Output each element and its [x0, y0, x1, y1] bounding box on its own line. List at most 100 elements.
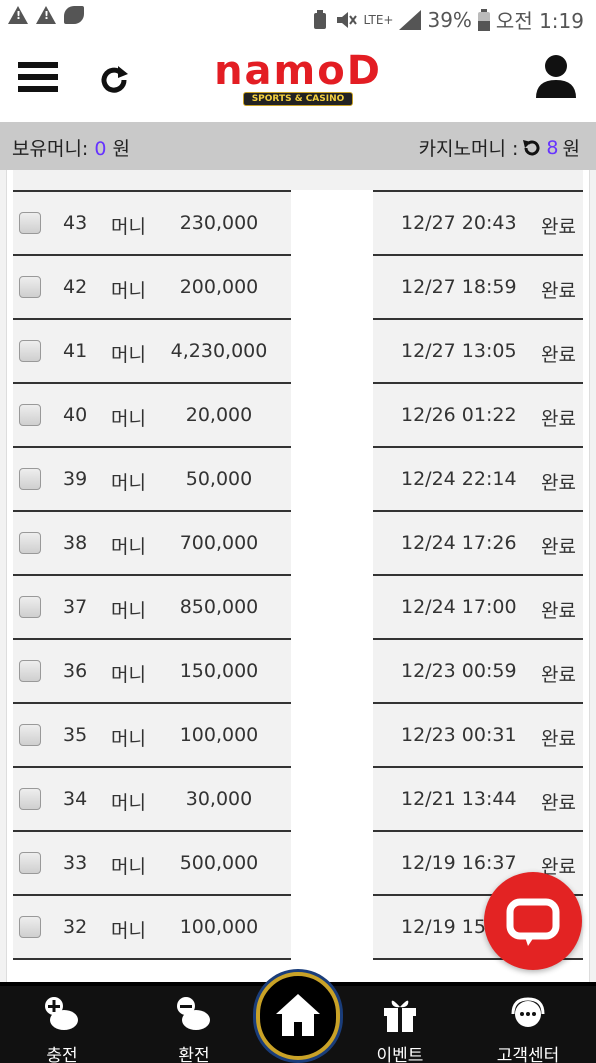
row-status: 완료: [541, 408, 576, 430]
warning-icon: [36, 6, 56, 24]
row-checkbox[interactable]: [19, 596, 41, 618]
nav-event[interactable]: 이벤트: [350, 996, 450, 1063]
row-type: 머니: [111, 600, 146, 622]
piggy-bank-minus-icon: [177, 997, 210, 1030]
row-amount: 200,000: [179, 276, 259, 298]
transaction-list: 43 머니 230,000 12/27 20:43 완료 42 머니 200,0…: [6, 170, 590, 982]
row-type: 머니: [111, 664, 146, 686]
row-type: 머니: [111, 408, 146, 430]
row-checkbox[interactable]: [19, 852, 41, 874]
row-checkbox[interactable]: [19, 468, 41, 490]
refresh-icon[interactable]: [96, 62, 132, 98]
row-status: 완료: [541, 664, 576, 686]
app-header: namoD SPORTS & CASINO: [0, 36, 596, 122]
refresh-icon[interactable]: [522, 138, 542, 158]
row-type: 머니: [111, 920, 146, 942]
row-status: 완료: [541, 792, 576, 814]
row-date: 12/24 17:26: [401, 532, 517, 554]
row-checkbox[interactable]: [19, 788, 41, 810]
row-number: 36: [63, 660, 88, 682]
row-type: 머니: [111, 728, 146, 750]
blank-column: [291, 190, 373, 966]
home-button[interactable]: [256, 972, 340, 1060]
row-number: 34: [63, 788, 88, 810]
home-icon: [276, 994, 320, 1036]
row-date: 12/27 18:59: [401, 276, 517, 298]
row-date: 12/27 13:05: [401, 340, 517, 362]
casino-money: 카지노머니 : 8 원: [419, 134, 580, 161]
row-number: 38: [63, 532, 88, 554]
row-date: 12/26 01:22: [401, 404, 517, 426]
row-type: 머니: [111, 856, 146, 878]
row-amount: 4,230,000: [170, 340, 268, 362]
battery-saver-icon: [314, 9, 327, 29]
nav-exchange-label: 환전: [178, 1046, 210, 1063]
row-status: 완료: [541, 536, 576, 558]
row-checkbox[interactable]: [19, 660, 41, 682]
row-amount: 150,000: [179, 660, 259, 682]
row-number: 43: [63, 212, 88, 234]
clock: 오전 1:19: [495, 9, 584, 33]
row-date: 12/23 00:31: [401, 724, 517, 746]
row-checkbox[interactable]: [19, 276, 41, 298]
chat-bubble-icon: [506, 898, 560, 946]
menu-icon[interactable]: [18, 62, 58, 96]
row-status: 완료: [541, 216, 576, 238]
row-amount: 20,000: [185, 404, 253, 426]
row-date: 12/24 17:00: [401, 596, 517, 618]
nav-support-label: 고객센터: [496, 1046, 560, 1063]
battery-icon: [477, 8, 490, 31]
row-checkbox[interactable]: [19, 724, 41, 746]
row-amount: 700,000: [179, 532, 259, 554]
row-type: 머니: [111, 280, 146, 302]
nav-event-label: 이벤트: [376, 1046, 424, 1063]
row-type: 머니: [111, 344, 146, 366]
chat-button[interactable]: [484, 872, 582, 970]
held-money-value: 0: [94, 138, 107, 160]
row-amount: 100,000: [179, 916, 259, 938]
logo-tagline: SPORTS & CASINO: [243, 92, 353, 106]
row-amount: 500,000: [179, 852, 259, 874]
warning-icon: [8, 6, 28, 24]
held-money-label: 보유머니:: [12, 138, 89, 160]
nav-charge[interactable]: 충전: [12, 996, 112, 1063]
row-status: 완료: [541, 280, 576, 302]
row-date: 12/23 00:59: [401, 660, 517, 682]
row-date: 12/27 20:43: [401, 212, 517, 234]
gift-icon: [384, 1000, 416, 1032]
casino-money-label: 카지노머니 :: [418, 138, 519, 160]
row-checkbox[interactable]: [19, 916, 41, 938]
row-checkbox[interactable]: [19, 532, 41, 554]
row-number: 37: [63, 596, 88, 618]
nav-support[interactable]: 고객센터: [478, 996, 578, 1063]
row-number: 41: [63, 340, 88, 362]
row-number: 39: [63, 468, 88, 490]
row-status: 완료: [541, 344, 576, 366]
signal-icon: [399, 9, 422, 30]
row-checkbox[interactable]: [19, 404, 41, 426]
row-status: 완료: [541, 728, 576, 750]
row-status: 완료: [541, 600, 576, 622]
row-type: 머니: [111, 216, 146, 238]
held-money-unit: 원: [112, 138, 130, 160]
nav-exchange[interactable]: 환전: [144, 996, 244, 1063]
row-number: 33: [63, 852, 88, 874]
row-amount: 50,000: [185, 468, 253, 490]
row-date: 12/19 16:37: [401, 852, 517, 874]
row-date: 12/19 15:: [401, 916, 493, 938]
network-type: LTE+: [363, 12, 394, 27]
battery-percent: 39%: [427, 7, 472, 32]
row-checkbox[interactable]: [19, 340, 41, 362]
row-checkbox[interactable]: [19, 212, 41, 234]
piggy-bank-plus-icon: [45, 997, 78, 1030]
logo[interactable]: namoD SPORTS & CASINO: [192, 50, 404, 112]
row-amount: 850,000: [179, 596, 259, 618]
logo-text: namoD: [214, 48, 382, 94]
table-row: [13, 170, 583, 192]
row-number: 40: [63, 404, 88, 426]
row-type: 머니: [111, 472, 146, 494]
row-amount: 100,000: [179, 724, 259, 746]
row-type: 머니: [111, 792, 146, 814]
user-icon[interactable]: [536, 54, 576, 98]
headset-icon: [511, 997, 545, 1027]
